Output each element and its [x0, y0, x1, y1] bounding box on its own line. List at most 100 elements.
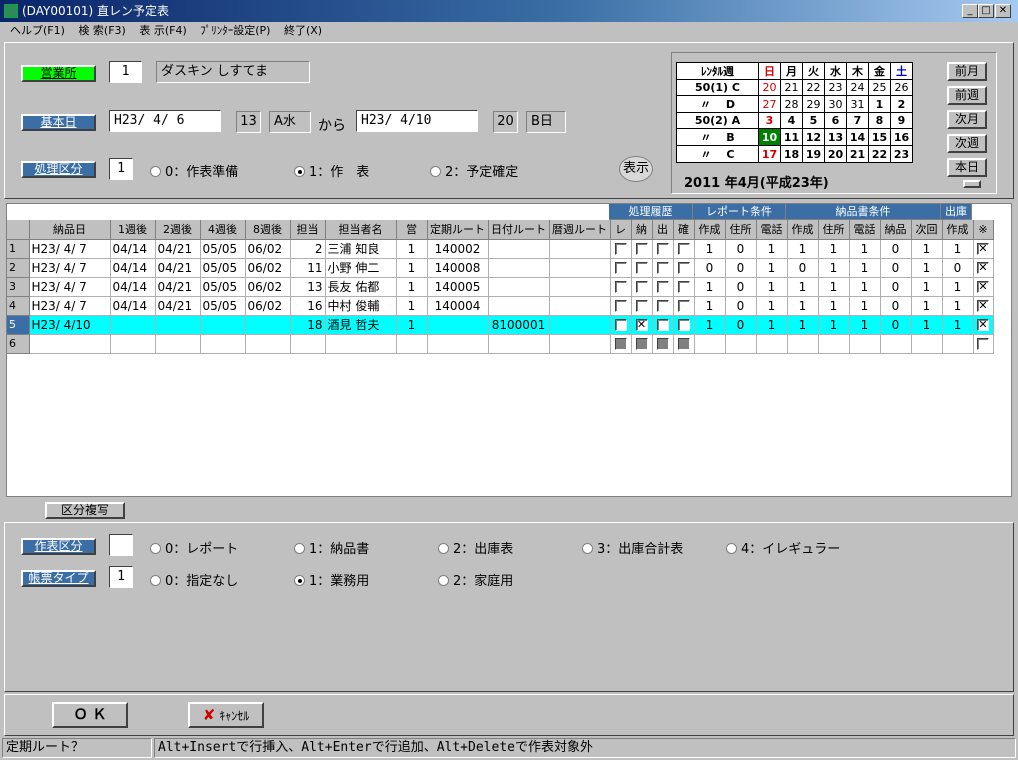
cell-staff-name[interactable] — [325, 334, 397, 354]
cell-date-route[interactable] — [488, 334, 550, 354]
calendar-day[interactable]: 11 — [780, 128, 803, 146]
condition-cell[interactable]: 1 — [787, 239, 819, 259]
history-checkbox-cell[interactable] — [652, 334, 674, 354]
cell-week4[interactable] — [200, 315, 246, 335]
column-header[interactable]: 日付ルート — [488, 220, 550, 240]
checkbox-icon[interactable] — [977, 319, 989, 331]
history-checkbox-cell[interactable] — [631, 258, 653, 278]
checkbox-icon[interactable] — [677, 300, 690, 312]
row-number[interactable]: 1 — [7, 239, 30, 259]
condition-cell[interactable]: 1 — [818, 277, 850, 297]
cell-branch[interactable]: 1 — [396, 239, 428, 259]
condition-cell[interactable]: 0 — [880, 239, 912, 259]
cell-delivery-date[interactable]: H23/ 4/ 7 — [29, 296, 111, 316]
history-checkbox-cell[interactable] — [610, 239, 632, 259]
cell-week2[interactable] — [155, 334, 201, 354]
condition-cell[interactable]: 1 — [818, 258, 850, 278]
table-row[interactable]: 1 H23/ 4/ 7 04/14 04/21 05/05 06/02 2 三浦 知良 1 140… — [7, 239, 994, 259]
checkbox-icon[interactable] — [656, 262, 669, 274]
column-header[interactable]: 営 — [396, 220, 428, 240]
condition-cell[interactable] — [787, 334, 819, 354]
condition-cell[interactable]: 1 — [942, 277, 974, 297]
cell-regular-route[interactable]: 140002 — [427, 239, 489, 259]
history-checkbox-cell[interactable] — [610, 277, 632, 297]
form-type-field[interactable]: 1 — [109, 566, 133, 588]
history-checkbox-cell[interactable] — [631, 239, 653, 259]
column-header[interactable]: 作成 — [694, 220, 726, 240]
calendar-day[interactable]: 23 — [890, 145, 913, 163]
cell-staff-name[interactable]: 酒見 哲夫 — [325, 315, 397, 335]
calendar-day[interactable]: 5 — [802, 112, 825, 129]
cell-week4[interactable]: 05/05 — [200, 258, 246, 278]
checkbox-icon[interactable] — [677, 338, 690, 350]
cell-date-route[interactable] — [488, 296, 550, 316]
table-row[interactable]: 6 — [7, 334, 994, 354]
column-header[interactable]: 出 — [652, 220, 674, 240]
cell-date-route[interactable]: 8100001 — [488, 315, 550, 335]
checkbox-icon[interactable] — [635, 300, 648, 312]
cell-week1[interactable]: 04/14 — [110, 239, 156, 259]
calendar-day[interactable]: 14 — [846, 128, 869, 146]
process-option-2[interactable]: 2：予定確定 — [430, 161, 518, 180]
condition-cell[interactable]: 0 — [880, 296, 912, 316]
calendar-day[interactable]: 30 — [824, 95, 847, 113]
mark-cell[interactable] — [973, 334, 994, 354]
condition-cell[interactable] — [942, 334, 974, 354]
maximize-icon[interactable]: □ — [978, 4, 994, 18]
cell-branch[interactable]: 1 — [396, 315, 428, 335]
menu-printer[interactable]: ﾌﾟﾘﾝﾀｰ設定(P) — [200, 24, 270, 37]
calendar-day[interactable]: 20 — [758, 79, 781, 96]
history-checkbox-cell[interactable] — [652, 315, 674, 335]
column-header[interactable]: 確 — [673, 220, 695, 240]
condition-cell[interactable] — [849, 334, 881, 354]
work-type-field[interactable] — [109, 534, 133, 556]
calendar-day[interactable]: 20 — [824, 145, 847, 163]
cell-week4[interactable]: 05/05 — [200, 296, 246, 316]
table-row[interactable]: 2 H23/ 4/ 7 04/14 04/21 05/05 06/02 11 小野 伸二 1 14… — [7, 258, 994, 278]
checkbox-icon[interactable] — [656, 300, 669, 312]
condition-cell[interactable]: 1 — [849, 315, 881, 335]
cell-week8[interactable]: 06/02 — [245, 239, 291, 259]
condition-cell[interactable] — [694, 334, 726, 354]
work-type-label-button[interactable]: 作表区分 — [21, 538, 96, 555]
mark-cell[interactable] — [973, 296, 994, 316]
calendar-day[interactable]: 23 — [824, 79, 847, 96]
condition-cell[interactable]: 1 — [756, 239, 788, 259]
calendar-day[interactable]: 17 — [758, 145, 781, 163]
checkbox-icon[interactable] — [977, 338, 989, 350]
history-checkbox-cell[interactable] — [652, 258, 674, 278]
column-header[interactable]: 納 — [631, 220, 653, 240]
cell-calendar-route[interactable] — [549, 258, 611, 278]
calendar-day[interactable]: 10 — [758, 128, 781, 146]
checkbox-icon[interactable] — [614, 281, 627, 293]
calendar-day[interactable]: 15 — [868, 128, 891, 146]
checkbox-icon[interactable] — [635, 262, 648, 274]
condition-cell[interactable]: 1 — [911, 239, 943, 259]
form-option-2[interactable]: 2：家庭用 — [438, 570, 513, 589]
cell-branch[interactable] — [396, 334, 428, 354]
history-checkbox-cell[interactable] — [610, 315, 632, 335]
calendar-day[interactable]: 16 — [890, 128, 913, 146]
history-checkbox-cell[interactable] — [673, 315, 695, 335]
checkbox-icon[interactable] — [614, 300, 627, 312]
calendar-day[interactable]: 3 — [758, 112, 781, 129]
cell-week8[interactable]: 06/02 — [245, 277, 291, 297]
cell-delivery-date[interactable]: H23/ 4/ 7 — [29, 239, 111, 259]
work-option-1[interactable]: 1：納品書 — [294, 538, 369, 557]
condition-cell[interactable]: 1 — [756, 315, 788, 335]
checkbox-icon[interactable] — [614, 338, 627, 350]
checkbox-icon[interactable] — [635, 243, 648, 255]
cell-date-route[interactable] — [488, 239, 550, 259]
history-checkbox-cell[interactable] — [631, 315, 653, 335]
cell-week4[interactable]: 05/05 — [200, 277, 246, 297]
checkbox-icon[interactable] — [656, 281, 669, 293]
cell-week1[interactable] — [110, 315, 156, 335]
column-header[interactable]: 作成 — [787, 220, 819, 240]
history-checkbox-cell[interactable] — [610, 296, 632, 316]
condition-cell[interactable]: 1 — [694, 296, 726, 316]
column-header[interactable]: 2週後 — [155, 220, 201, 240]
column-header[interactable]: 作成 — [942, 220, 974, 240]
to-date-field[interactable]: H23/ 4/10 — [356, 110, 478, 132]
condition-cell[interactable]: 1 — [911, 315, 943, 335]
checkbox-icon[interactable] — [656, 243, 669, 255]
